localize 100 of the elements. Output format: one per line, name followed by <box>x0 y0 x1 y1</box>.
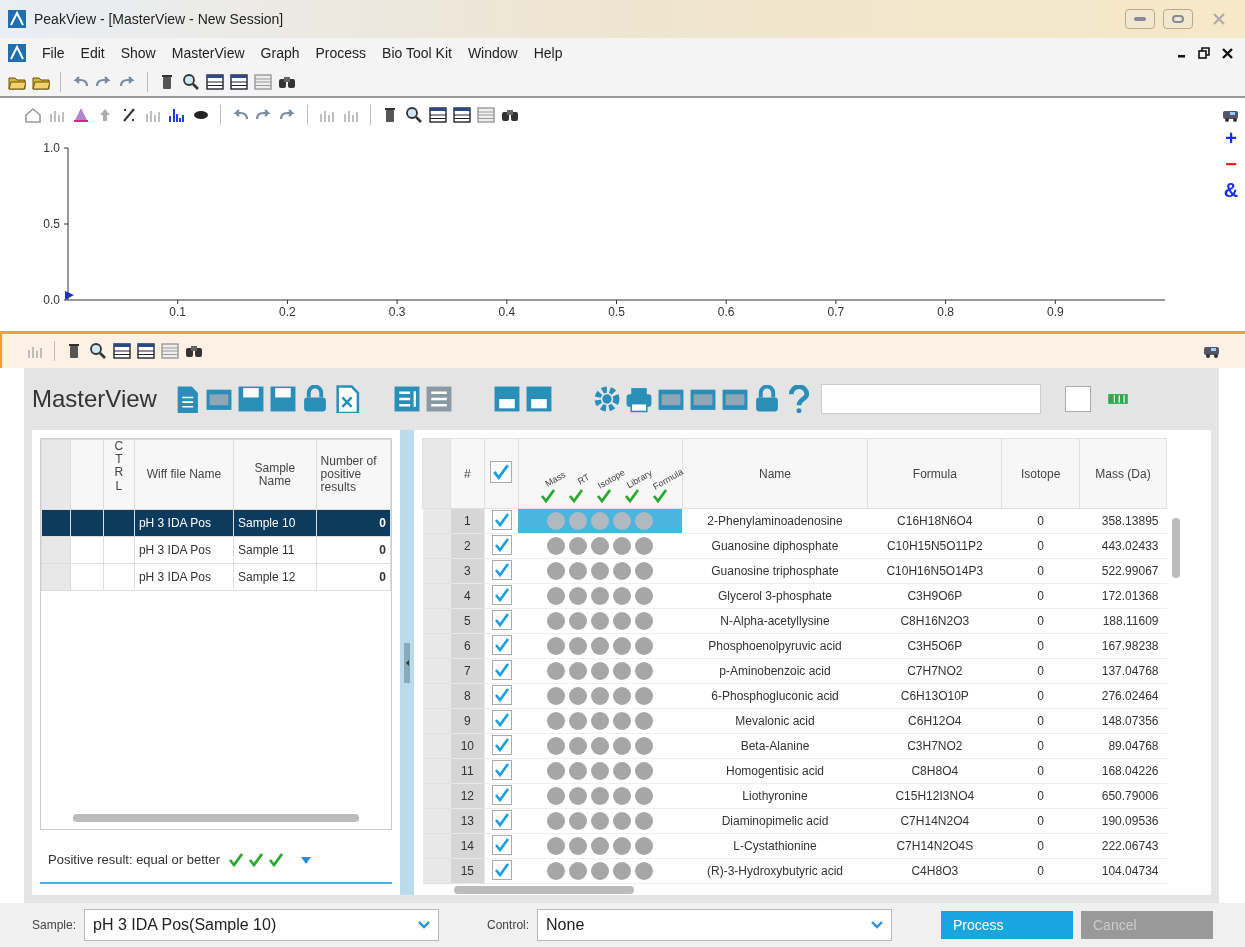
menu-item[interactable]: Edit <box>80 42 105 64</box>
sample-row[interactable]: pH 3 IDA Pos Sample 12 0 <box>41 563 391 591</box>
search-icon[interactable] <box>405 106 423 124</box>
table-cell: C15H12I3NO4 <box>867 783 1002 809</box>
settings-icon[interactable] <box>592 385 621 413</box>
table-cell: C7H14N2O4S <box>867 833 1002 859</box>
menu-item[interactable]: Show <box>120 42 156 64</box>
peak-icon[interactable] <box>72 106 90 124</box>
table-cell: C4H8O3 <box>867 858 1002 884</box>
row-number: 9 <box>450 708 485 734</box>
column-header[interactable]: Number of positive results <box>316 439 391 510</box>
x-tick-label: 0.1 <box>169 305 187 319</box>
table-cell: C10H16N5O14P3 <box>867 558 1002 584</box>
table-cell: 188.11609 <box>1079 608 1167 634</box>
table-cell: 137.04768 <box>1079 658 1167 684</box>
table-cell: 650.79006 <box>1079 783 1167 809</box>
row-checkbox[interactable] <box>491 534 512 555</box>
sample-dropdown[interactable]: pH 3 IDA Pos(Sample 10) <box>84 909 440 941</box>
table-cell: 0 <box>1001 633 1080 659</box>
status-cell[interactable] <box>518 508 683 534</box>
horizontal-scrollbar[interactable] <box>73 811 359 825</box>
sample-row[interactable]: pH 3 IDA Pos Sample 11 0 <box>41 536 391 564</box>
row-checkbox[interactable] <box>491 809 512 830</box>
dropdown-arrow-icon[interactable] <box>300 854 312 865</box>
search-field[interactable] <box>820 384 1041 414</box>
table-cell: 0 <box>1001 658 1080 684</box>
graph-side-button[interactable]: & <box>1223 178 1239 202</box>
menu-item[interactable]: Bio Tool Kit <box>382 42 452 64</box>
table-icon[interactable] <box>113 342 131 360</box>
app-logo-icon[interactable] <box>8 44 26 62</box>
table-cell: Sample 12 <box>233 563 317 591</box>
table-icon[interactable] <box>230 73 248 91</box>
column-header[interactable]: Mass (Da) <box>1079 438 1167 509</box>
sample-row[interactable]: pH 3 IDA Pos Sample 10 0 <box>41 509 391 537</box>
menu-item[interactable]: MasterView <box>171 42 245 64</box>
row-checkbox[interactable] <box>491 759 512 780</box>
table-icon[interactable] <box>429 106 447 124</box>
check-icon <box>248 851 264 868</box>
save-icon[interactable] <box>268 385 297 413</box>
control-dropdown[interactable]: None <box>537 909 893 941</box>
column-header[interactable]: Formula <box>867 438 1002 509</box>
home-icon[interactable] <box>24 106 42 124</box>
row-checkbox[interactable] <box>491 709 512 730</box>
x-tick-label: 0.5 <box>608 305 625 319</box>
table-cell: 148.07356 <box>1079 708 1167 734</box>
column-header[interactable]: Sample Name <box>233 439 317 510</box>
minimize-button[interactable] <box>1125 9 1155 29</box>
column-header[interactable]: Isotope <box>1001 438 1080 509</box>
row-checkbox[interactable] <box>491 559 512 580</box>
table-cell: 0 <box>1001 683 1080 709</box>
row-checkbox[interactable] <box>491 834 512 855</box>
row-checkbox[interactable] <box>491 734 512 755</box>
select-all-checkbox[interactable] <box>490 461 513 483</box>
check-icon <box>568 488 585 504</box>
row-number: 5 <box>450 608 485 634</box>
save-icon[interactable] <box>236 385 265 413</box>
row-checkbox[interactable] <box>491 584 512 605</box>
row-checkbox[interactable] <box>491 634 512 655</box>
graph-side-button[interactable]: + <box>1225 126 1237 150</box>
sample-label: Sample: <box>32 917 77 934</box>
menu-item[interactable]: Process <box>315 42 367 64</box>
close-icon[interactable] <box>1222 47 1233 59</box>
app-logo-icon[interactable] <box>8 10 26 28</box>
table-cell: 0 <box>1001 858 1080 884</box>
option-checkbox[interactable] <box>1064 386 1091 412</box>
menu-item[interactable]: Window <box>467 42 518 64</box>
splitter[interactable] <box>400 430 414 895</box>
table-cell: 0 <box>1001 608 1080 634</box>
printer-icon[interactable] <box>624 385 653 413</box>
menu-item[interactable]: Graph <box>260 42 300 64</box>
menu-item[interactable]: File <box>42 42 65 64</box>
column-header: # <box>450 438 485 509</box>
row-checkbox[interactable] <box>491 609 512 630</box>
list-icon[interactable] <box>424 385 453 413</box>
column-header[interactable]: Wiff file Name <box>134 439 234 510</box>
menu-item[interactable]: Help <box>533 42 563 64</box>
table-icon[interactable] <box>206 73 224 91</box>
search-icon[interactable] <box>89 342 107 360</box>
row-checkbox[interactable] <box>491 859 512 880</box>
row-checkbox[interactable] <box>491 684 512 705</box>
maximize-button[interactable] <box>1163 9 1193 29</box>
search-icon[interactable] <box>182 73 200 91</box>
percent-icon[interactable] <box>120 106 138 124</box>
restore-icon[interactable] <box>1198 47 1210 59</box>
spectrum-icon[interactable] <box>168 106 186 124</box>
table-cell: 0 <box>1001 758 1080 784</box>
row-checkbox[interactable] <box>491 659 512 680</box>
chevron-down-icon <box>418 921 431 929</box>
graph-side-button[interactable]: − <box>1225 152 1237 176</box>
list-icon[interactable] <box>392 385 421 413</box>
control-label: Control: <box>487 917 530 934</box>
row-number: 8 <box>450 683 485 709</box>
table-icon[interactable] <box>453 106 471 124</box>
row-checkbox[interactable] <box>491 509 512 530</box>
table-cell: 104.04734 <box>1079 858 1167 884</box>
row-checkbox[interactable] <box>491 784 512 805</box>
table-cell: Guanosine triphosphate <box>682 558 868 584</box>
column-header[interactable]: CTRL <box>103 439 135 510</box>
table-icon[interactable] <box>137 342 155 360</box>
table-cell: pH 3 IDA Pos <box>134 536 234 564</box>
